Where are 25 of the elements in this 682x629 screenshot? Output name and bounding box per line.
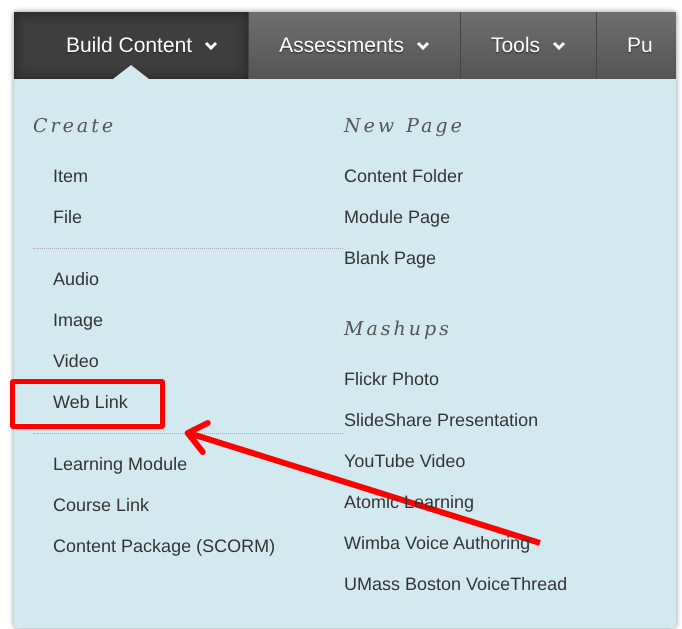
menu-pointer — [113, 65, 150, 79]
menu-item[interactable]: Course Link — [53, 485, 150, 526]
menu-item[interactable]: SlideShare Presentation — [344, 400, 538, 441]
menu-item[interactable]: YouTube Video — [344, 441, 466, 482]
section-heading: Mashups — [344, 317, 453, 342]
section-heading: Create — [33, 114, 118, 139]
menu-item[interactable]: Video — [53, 341, 99, 382]
menu-item[interactable]: Audio — [53, 259, 100, 300]
menu-item[interactable]: Wimba Voice Authoring — [344, 523, 530, 564]
menu-item[interactable]: Content Folder — [344, 156, 464, 197]
menu-item[interactable]: Flickr Photo — [344, 359, 440, 400]
nav-tab[interactable]: Tools — [460, 12, 597, 79]
menu-item[interactable]: UMass Boston VoiceThread — [344, 564, 568, 605]
nav-tab[interactable]: Build Content — [14, 12, 250, 79]
menu-item[interactable]: File — [53, 197, 82, 238]
menu-item[interactable]: Image — [53, 300, 104, 341]
menu-item[interactable]: Learning Module — [53, 444, 188, 485]
menu-item[interactable]: Blank Page — [344, 238, 436, 279]
menu-item[interactable]: Item — [53, 156, 88, 197]
menu-item[interactable]: Web Link — [53, 382, 128, 423]
nav-tab[interactable]: Assessments — [249, 12, 461, 79]
menu-item[interactable]: Module Page — [344, 197, 450, 238]
nav-tab[interactable]: Pu — [597, 12, 676, 79]
menu-item[interactable]: Content Package (SCORM) — [53, 526, 276, 567]
section-heading: New Page — [344, 114, 466, 139]
